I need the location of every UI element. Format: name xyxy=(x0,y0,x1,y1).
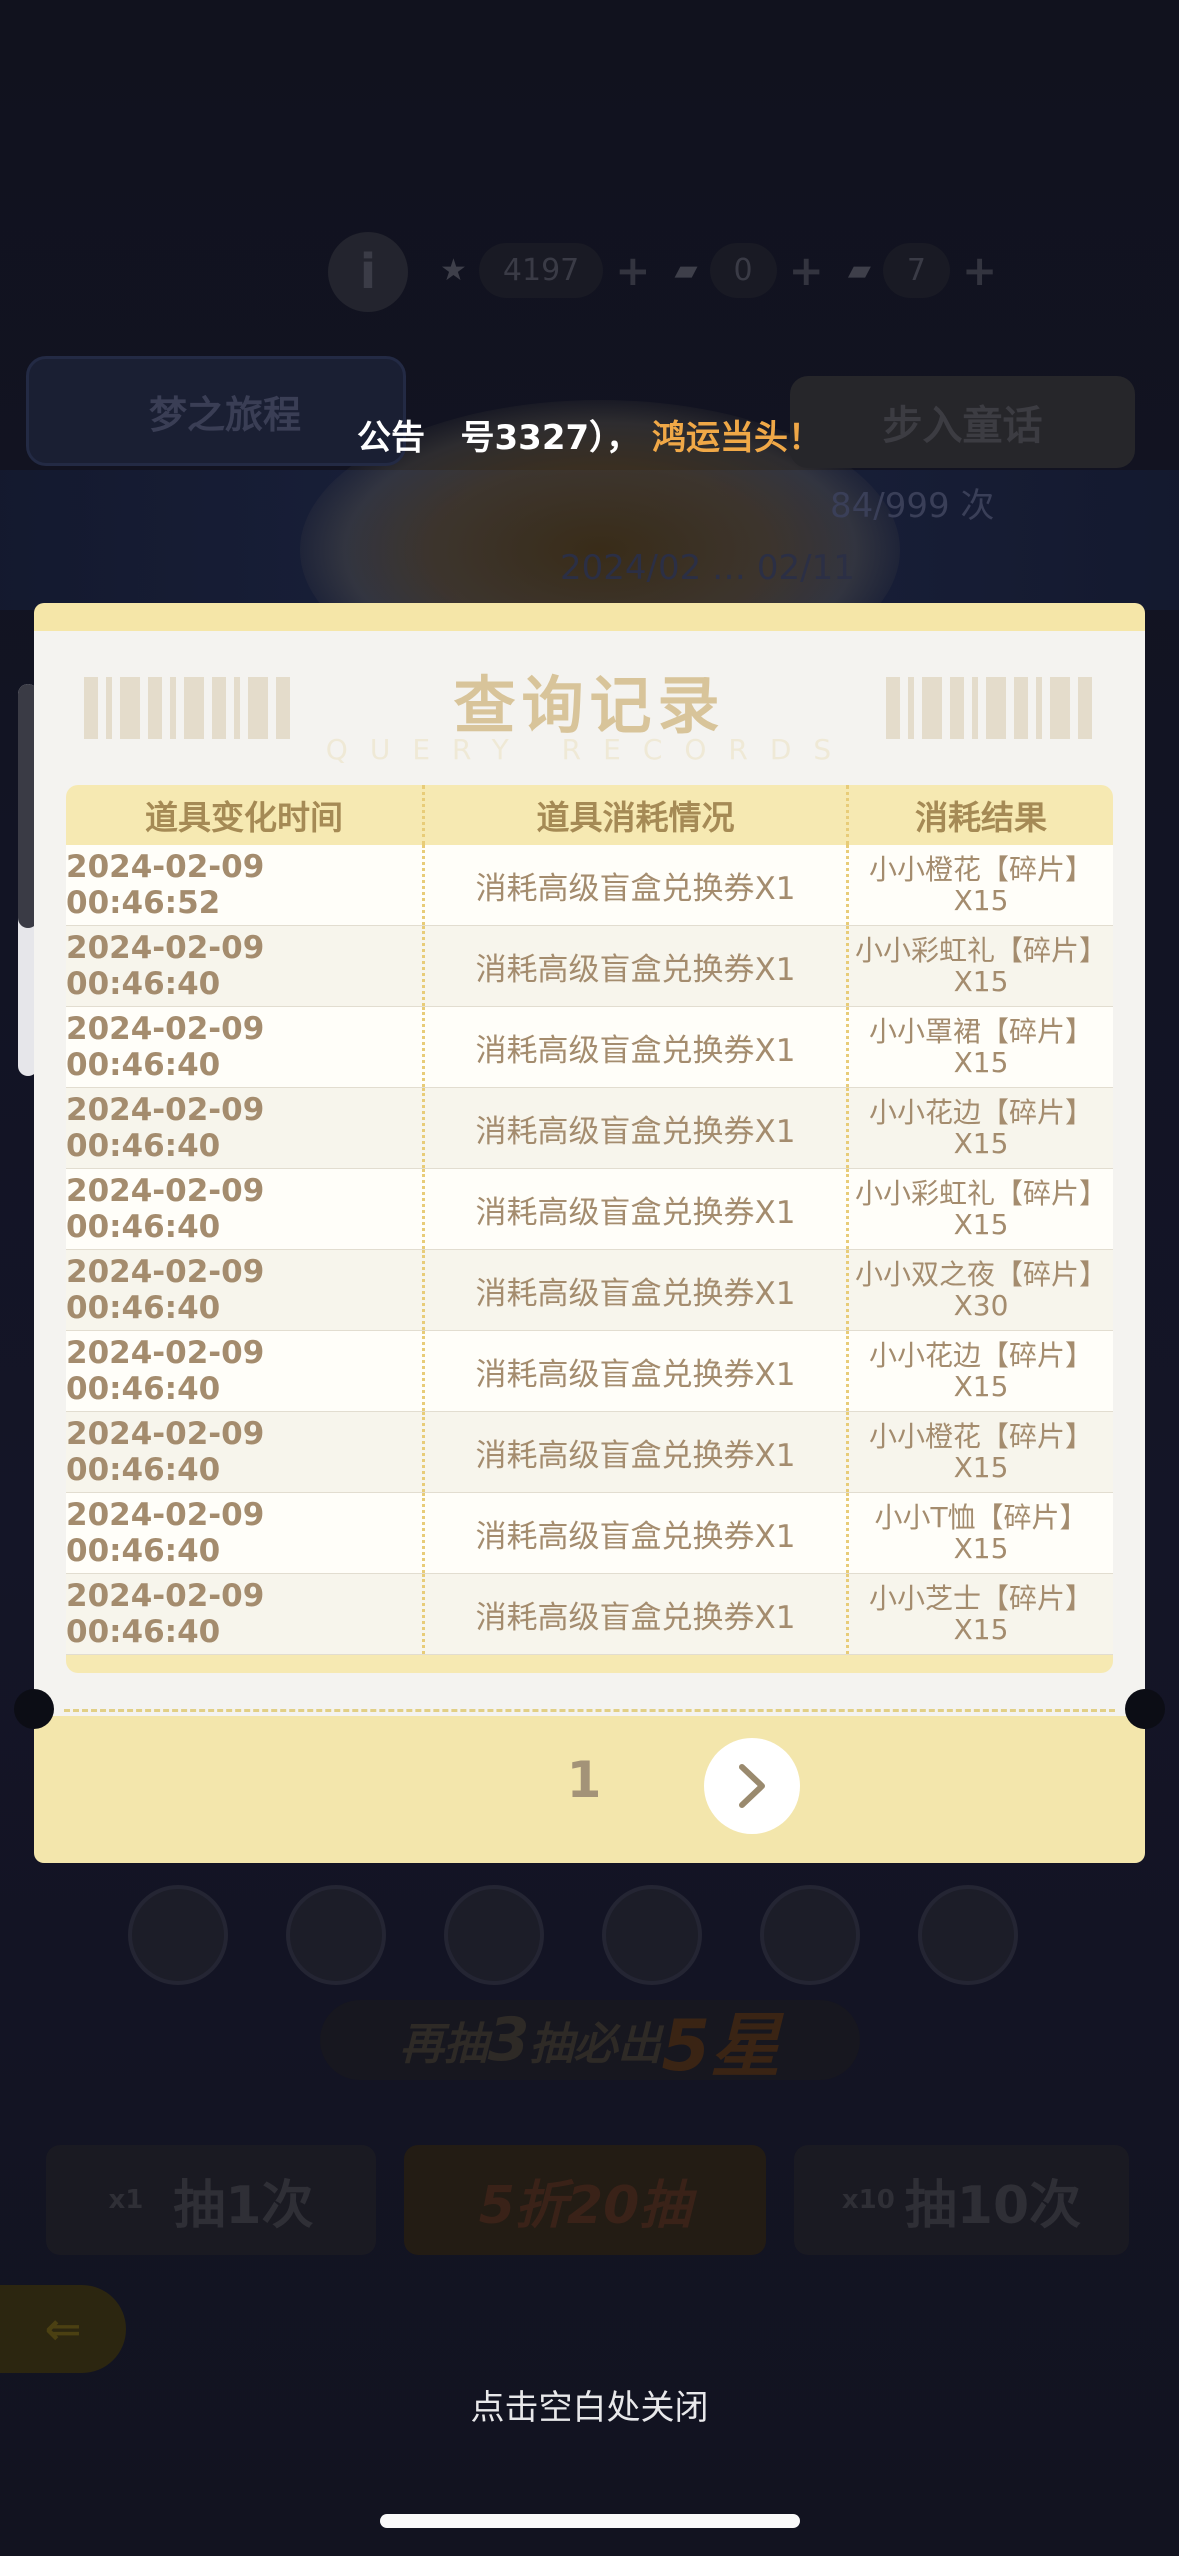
table-row: 2024-02-09 00:46:40 消耗高级盲盒兑换券X1 小小花边【碎片】X1… xyxy=(66,1331,1113,1412)
avatar xyxy=(444,1885,544,1985)
next-page-button[interactable] xyxy=(704,1738,800,1834)
row-usage: 消耗高级盲盒兑换券X1 xyxy=(425,1169,849,1249)
resource-ticket-a: ▰ 0 + xyxy=(674,242,824,298)
draw-counter: 84/999 次 xyxy=(830,486,995,526)
row-result: 小小彩虹礼【碎片】X15 xyxy=(854,934,1107,998)
avatar xyxy=(602,1885,702,1985)
back-arrow-icon: ⇐ xyxy=(44,2303,82,2355)
avatar xyxy=(128,1885,228,1985)
row-usage: 消耗高级盲盒兑换券X1 xyxy=(425,1412,849,1492)
row-result: 小小双之夜【碎片】X30 xyxy=(854,1258,1107,1322)
table-row: 2024-02-09 00:46:40 消耗高级盲盒兑换券X1 小小彩虹礼【碎片】X… xyxy=(66,1169,1113,1250)
draw-buttons: x1 抽1次 5折20抽 x10 抽10次 xyxy=(46,2145,1129,2255)
row-result: 小小彩虹礼【碎片】X15 xyxy=(854,1177,1107,1241)
chevron-right-icon xyxy=(739,1764,765,1808)
table-row: 2024-02-09 00:46:52 消耗高级盲盒兑换券X1 小小橙花【碎片】X1… xyxy=(66,845,1113,926)
table-row: 2024-02-09 00:46:40 消耗高级盲盒兑换券X1 小小芝士【碎片】X1… xyxy=(66,1574,1113,1655)
row-time: 2024-02-09 00:46:52 xyxy=(66,845,425,925)
row-result: 小小橙花【碎片】X15 xyxy=(868,853,1093,917)
row-usage: 消耗高级盲盒兑换券X1 xyxy=(425,1574,849,1654)
character-avatars xyxy=(128,1885,1018,1985)
row-usage: 消耗高级盲盒兑换券X1 xyxy=(425,1250,849,1330)
row-time: 2024-02-09 00:46:40 xyxy=(66,926,425,1006)
avatar xyxy=(286,1885,386,1985)
table-header: 道具变化时间 道具消耗情况 消耗结果 xyxy=(66,785,1113,845)
resource-value: 7 xyxy=(882,242,951,298)
avatar xyxy=(918,1885,1018,1985)
announcement-highlight: 鸿运当头！ xyxy=(652,418,822,458)
row-result: 小小T恤【碎片】X15 xyxy=(874,1501,1088,1565)
table-row: 2024-02-09 00:46:40 消耗高级盲盒兑换券X1 小小橙花【碎片】X1… xyxy=(66,1412,1113,1493)
row-usage: 消耗高级盲盒兑换券X1 xyxy=(425,1007,849,1087)
row-time: 2024-02-09 00:46:40 xyxy=(66,1493,425,1573)
add-resource-button[interactable]: + xyxy=(615,246,650,295)
close-hint[interactable]: 点击空白处关闭 xyxy=(0,2380,1179,2429)
home-indicator[interactable] xyxy=(380,2514,800,2528)
row-usage: 消耗高级盲盒兑换券X1 xyxy=(425,1493,849,1573)
row-time: 2024-02-09 00:46:40 xyxy=(66,1331,425,1411)
row-time: 2024-02-09 00:46:40 xyxy=(66,1007,425,1087)
discount-draw-button[interactable]: 5折20抽 xyxy=(404,2145,766,2255)
row-usage: 消耗高级盲盒兑换券X1 xyxy=(425,845,849,925)
row-time: 2024-02-09 00:46:40 xyxy=(66,1250,425,1330)
row-time: 2024-02-09 00:46:40 xyxy=(66,1412,425,1492)
row-result: 小小花边【碎片】X15 xyxy=(868,1339,1093,1403)
row-usage: 消耗高级盲盒兑换券X1 xyxy=(425,926,849,1006)
table-row: 2024-02-09 00:46:40 消耗高级盲盒兑换券X1 小小罩裙【碎片】X1… xyxy=(66,1007,1113,1088)
add-resource-button[interactable]: + xyxy=(962,246,997,295)
modal-title: 查询记录 xyxy=(453,669,726,742)
row-time: 2024-02-09 00:46:40 xyxy=(66,1088,425,1168)
ticket-notch-left xyxy=(14,1689,54,1729)
row-usage: 消耗高级盲盒兑换券X1 xyxy=(425,1088,849,1168)
column-header-result: 消耗结果 xyxy=(915,798,1047,837)
resource-value: 4197 xyxy=(478,242,604,298)
announcement-text: 号3327）， xyxy=(460,418,641,458)
draw-ten-button[interactable]: x10 抽10次 xyxy=(794,2145,1129,2255)
avatar xyxy=(760,1885,860,1985)
draw-one-button[interactable]: x1 抽1次 xyxy=(46,2145,376,2255)
ticket-notch-right xyxy=(1125,1689,1165,1729)
ticket-icon: ▰ xyxy=(847,252,871,288)
row-time: 2024-02-09 00:46:40 xyxy=(66,1169,425,1249)
event-date-range: 2024/02 … 02/11 xyxy=(560,548,855,588)
resource-value: 0 xyxy=(709,242,777,298)
back-button[interactable]: ⇐ xyxy=(0,2285,126,2373)
row-usage: 消耗高级盲盒兑换券X1 xyxy=(425,1331,849,1411)
row-result: 小小花边【碎片】X15 xyxy=(868,1096,1093,1160)
modal-subtitle: QUERY RECORDS xyxy=(325,733,854,766)
add-resource-button[interactable]: + xyxy=(789,246,824,295)
resource-ticket-b: ▰ 7 + xyxy=(847,242,997,298)
star-icon: ★ xyxy=(440,252,467,288)
announcement-banner: 公告 号3327）， 鸿运当头！ xyxy=(0,410,1179,459)
row-time: 2024-02-09 00:46:40 xyxy=(66,1574,425,1654)
row-result: 小小橙花【碎片】X15 xyxy=(868,1420,1093,1484)
column-header-usage: 道具消耗情况 xyxy=(425,785,849,845)
page-number: 1 xyxy=(566,1751,602,1809)
modal-header-strip xyxy=(34,603,1145,631)
ticket-icon: ▰ xyxy=(674,252,698,288)
table-row: 2024-02-09 00:46:40 消耗高级盲盒兑换券X1 小小花边【碎片】X1… xyxy=(66,1088,1113,1169)
announcement-label: 公告 xyxy=(357,418,425,458)
records-table: 道具变化时间 道具消耗情况 消耗结果 2024-02-09 00:46:52 消耗… xyxy=(66,785,1113,1673)
row-result: 小小芝士【碎片】X15 xyxy=(868,1582,1093,1646)
pity-promo-banner: 再抽 3 抽必出 5星 xyxy=(320,2000,860,2087)
table-row: 2024-02-09 00:46:40 消耗高级盲盒兑换券X1 小小彩虹礼【碎片】X… xyxy=(66,926,1113,1007)
query-records-modal: 查询记录 QUERY RECORDS 道具变化时间 道具消耗情况 消耗结果 20… xyxy=(14,603,1165,1863)
table-row: 2024-02-09 00:46:40 消耗高级盲盒兑换券X1 小小T恤【碎片】X1… xyxy=(66,1493,1113,1574)
table-rows[interactable]: 2024-02-09 00:46:52 消耗高级盲盒兑换券X1 小小橙花【碎片】X1… xyxy=(66,845,1113,1655)
table-row: 2024-02-09 00:46:40 消耗高级盲盒兑换券X1 小小双之夜【碎片】X… xyxy=(66,1250,1113,1331)
info-icon[interactable]: i xyxy=(328,232,408,312)
perforation-line xyxy=(64,1709,1115,1712)
resource-star: ★ 4197 + xyxy=(440,242,650,298)
column-header-time: 道具变化时间 xyxy=(66,785,425,845)
resource-bar: ★ 4197 + ▰ 0 + ▰ 7 + xyxy=(440,230,997,310)
row-result: 小小罩裙【碎片】X15 xyxy=(868,1015,1093,1079)
table-bottom xyxy=(66,1655,1113,1673)
